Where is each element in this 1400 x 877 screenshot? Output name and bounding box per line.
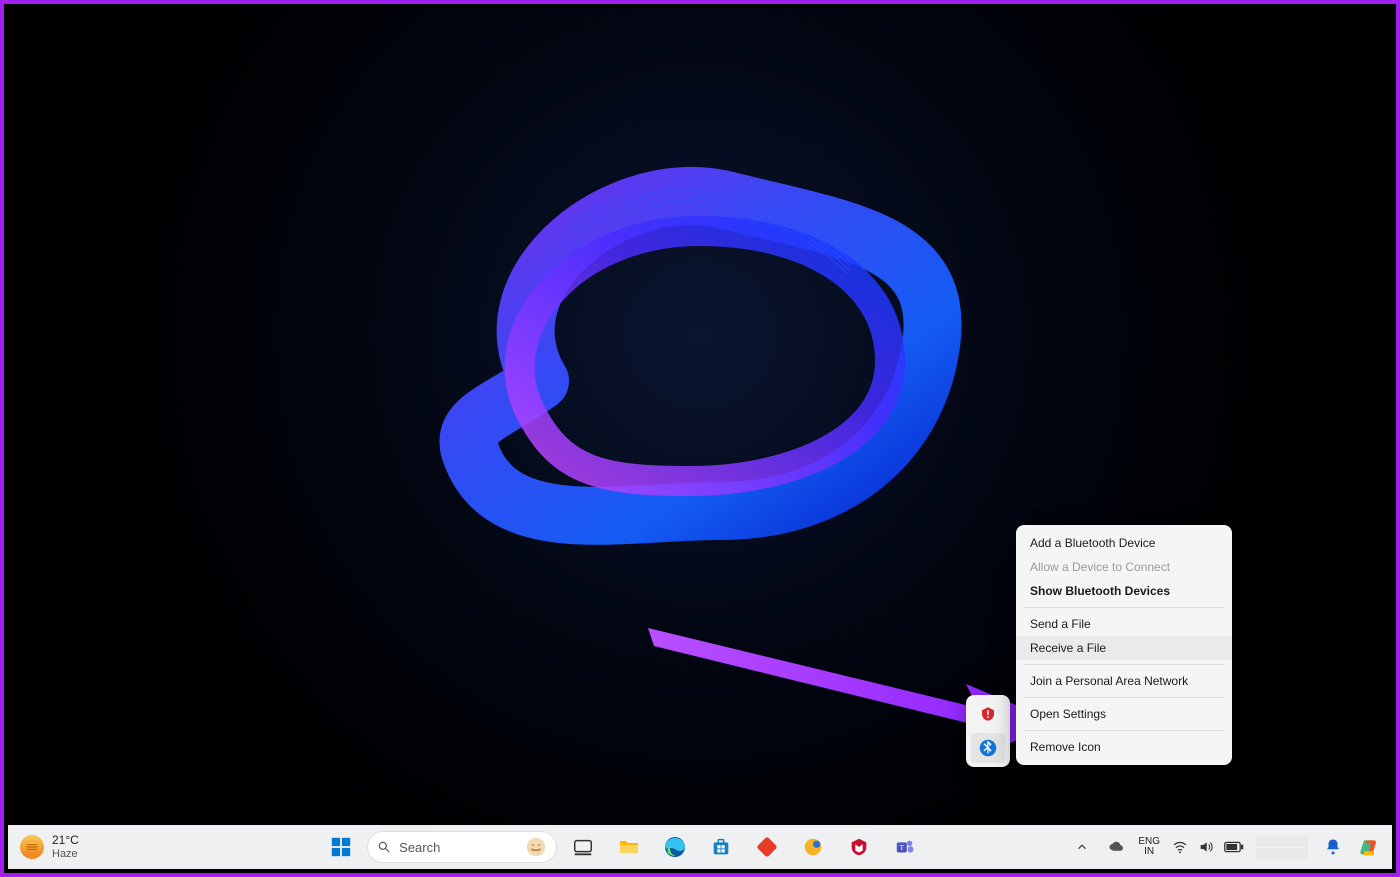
teams-button[interactable]: T (885, 827, 925, 867)
weather-icon (20, 835, 44, 859)
battery-icon (1224, 840, 1244, 854)
notifications-button[interactable] (1318, 827, 1348, 867)
start-button[interactable] (321, 827, 361, 867)
search-highlight-icon (525, 836, 547, 858)
menu-separator (1024, 697, 1224, 698)
menu-separator (1024, 730, 1224, 731)
weather-widget[interactable]: 21°C Haze (8, 834, 178, 859)
menu-receive-file[interactable]: Receive a File (1016, 636, 1232, 660)
microsoft-store-button[interactable] (701, 827, 741, 867)
taskbar-center: Search T (178, 827, 1068, 867)
wallpaper-art (420, 111, 980, 591)
mcafee-button[interactable] (839, 827, 879, 867)
menu-send-file[interactable]: Send a File (1016, 612, 1232, 636)
taskbar: 21°C Haze Search (8, 825, 1392, 869)
system-tray: ENG IN (1068, 827, 1392, 867)
search-placeholder: Search (399, 840, 440, 855)
file-explorer-button[interactable] (609, 827, 649, 867)
menu-add-device[interactable]: Add a Bluetooth Device (1016, 531, 1232, 555)
pinned-app-2[interactable] (793, 827, 833, 867)
pinned-app-1[interactable] (747, 827, 787, 867)
onedrive-tray-icon[interactable] (1102, 831, 1132, 863)
tray-popup-bluetooth-icon[interactable] (971, 733, 1005, 763)
menu-show-devices[interactable]: Show Bluetooth Devices (1016, 579, 1232, 603)
tray-popup-mcafee-icon[interactable] (971, 699, 1005, 729)
copilot-tray-button[interactable] (1354, 827, 1384, 867)
weather-temp: 21°C (52, 834, 79, 847)
language-indicator[interactable]: ENG IN (1138, 837, 1160, 858)
clock[interactable] (1256, 836, 1312, 859)
tray-overflow-popup (966, 695, 1010, 767)
language-line2: IN (1138, 847, 1160, 858)
tray-overflow-button[interactable] (1068, 833, 1096, 861)
volume-icon (1198, 839, 1214, 855)
search-box[interactable]: Search (367, 831, 557, 863)
desktop[interactable]: Add a Bluetooth Device Allow a Device to… (8, 8, 1392, 825)
edge-button[interactable] (655, 827, 695, 867)
svg-text:T: T (900, 843, 905, 852)
menu-remove-icon[interactable]: Remove Icon (1016, 735, 1232, 759)
menu-join-pan[interactable]: Join a Personal Area Network (1016, 669, 1232, 693)
wifi-icon (1172, 839, 1188, 855)
weather-condition: Haze (52, 848, 79, 860)
task-view-button[interactable] (563, 827, 603, 867)
menu-allow-connect: Allow a Device to Connect (1016, 555, 1232, 579)
network-volume-battery[interactable] (1166, 831, 1250, 863)
menu-open-settings[interactable]: Open Settings (1016, 702, 1232, 726)
search-icon (377, 840, 391, 854)
bluetooth-context-menu: Add a Bluetooth Device Allow a Device to… (1016, 525, 1232, 765)
menu-separator (1024, 607, 1224, 608)
menu-separator (1024, 664, 1224, 665)
